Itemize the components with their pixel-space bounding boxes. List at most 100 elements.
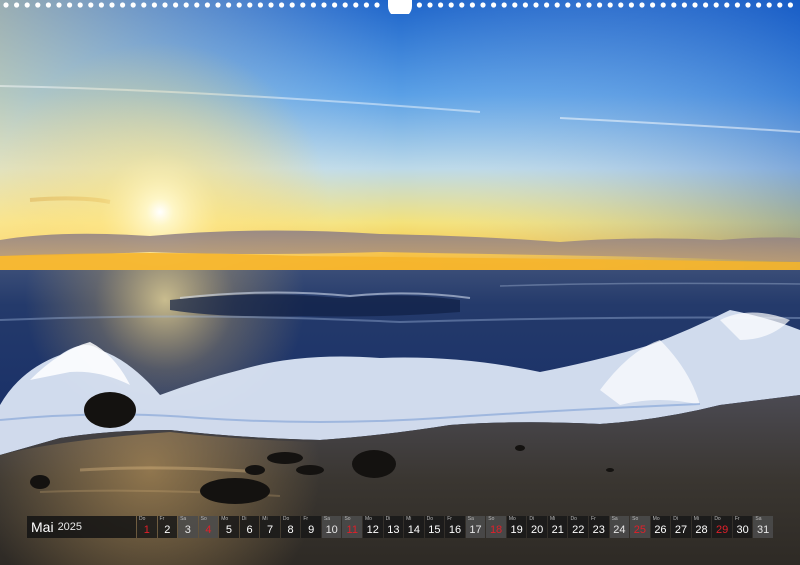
- weekday-label: Do: [714, 516, 721, 522]
- binding-hole: [363, 2, 369, 8]
- binding-hole: [353, 2, 359, 8]
- day-cell: So 11: [342, 516, 363, 538]
- day-number: 1: [143, 524, 150, 536]
- binding-hole: [681, 2, 688, 8]
- calendar-strip: Mai 2025 Do 1 Fr 2 Sa 3 So 4 Mo 5 Di 6 Mi 7 Do 8 Fr 9 Sa 10…: [27, 516, 773, 538]
- day-number: 20: [531, 524, 544, 536]
- binding-hole: [321, 2, 327, 8]
- day-number: 18: [489, 524, 503, 536]
- binding-hole: [766, 2, 772, 8]
- weekday-label: Do: [570, 516, 577, 522]
- weekday-label: Mo: [365, 516, 372, 522]
- binding-hole: [713, 2, 719, 8]
- binding-hole: [257, 2, 263, 8]
- day-number: 28: [695, 524, 708, 536]
- binding-hole: [756, 2, 762, 8]
- day-number: 9: [308, 524, 315, 536]
- hanger-hook: [388, 0, 412, 14]
- day-cell: Mo 5: [219, 516, 239, 538]
- day-cell: Sa 17: [465, 516, 486, 538]
- month-name: Mai: [31, 519, 54, 535]
- binding-hole: [130, 2, 136, 8]
- binding-hole: [194, 2, 200, 8]
- day-cell: Sa 10: [321, 516, 342, 538]
- day-cell: So 18: [486, 516, 506, 538]
- weekday-label: So: [344, 516, 351, 522]
- weekday-label: Mo: [221, 516, 229, 522]
- weekday-label: Do: [426, 516, 434, 522]
- weekday-label: Mi: [693, 516, 700, 522]
- binding-hole: [173, 2, 179, 8]
- day-cell: Di 27: [671, 516, 691, 538]
- day-cell: Mo 19: [506, 516, 527, 538]
- binding-hole: [660, 2, 666, 8]
- binding-hole: [427, 2, 433, 8]
- binding-hole: [247, 2, 253, 8]
- day-cell: Mi 21: [547, 516, 568, 538]
- weekday-label: Di: [673, 516, 678, 522]
- binding-hole: [279, 2, 285, 8]
- weekday-label: So: [488, 516, 495, 522]
- day-number: 24: [613, 524, 626, 536]
- beach-sunset-photo: [0, 0, 800, 565]
- binding-hole: [586, 2, 592, 8]
- binding-hole: [628, 2, 635, 8]
- binding-hole: [56, 2, 62, 8]
- day-number: 27: [674, 524, 688, 536]
- binding-hole: [226, 2, 232, 8]
- month-label: Mai 2025: [27, 516, 136, 538]
- weekday-label: Mo: [652, 516, 660, 522]
- day-number: 10: [325, 524, 338, 536]
- weekday-label: Do: [282, 516, 290, 522]
- day-cell: Mi 7: [260, 516, 280, 538]
- binding-hole: [236, 2, 242, 8]
- binding-hole: [24, 2, 30, 8]
- day-cell: So 4: [198, 516, 219, 538]
- binding-hole: [88, 2, 94, 8]
- day-number: 7: [266, 524, 274, 536]
- day-cell: Mi 14: [404, 516, 424, 538]
- day-cells: Do 1 Fr 2 Sa 3 So 4 Mo 5 Di 6 Mi 7 Do 8 Fr 9 Sa 10 So 11 Mo 12 D…: [137, 516, 773, 538]
- day-cell: Mi 28: [691, 516, 712, 538]
- binding-hole: [183, 2, 189, 8]
- binding-hole: [98, 2, 104, 8]
- day-number: 12: [366, 524, 379, 536]
- wire-binding: [3, 0, 794, 14]
- day-number: 6: [246, 524, 253, 536]
- day-cell: Fr 30: [732, 516, 753, 538]
- binding-hole: [151, 2, 157, 8]
- weekday-label: Sa: [467, 516, 474, 522]
- day-number: 26: [654, 524, 667, 536]
- day-number: 31: [757, 524, 770, 536]
- binding-hole: [512, 2, 518, 8]
- binding-hole: [480, 2, 486, 8]
- binding-hole: [162, 2, 168, 8]
- binding-hole: [734, 2, 741, 8]
- weekday-label: Sa: [323, 516, 331, 522]
- binding-hole: [268, 2, 274, 8]
- weekday-label: Sa: [611, 516, 618, 522]
- binding-hole: [491, 2, 497, 8]
- binding-hole: [618, 2, 624, 8]
- day-cell: Sa 24: [609, 516, 630, 538]
- day-number: 29: [715, 524, 729, 536]
- day-number: 23: [592, 524, 605, 536]
- binding-hole: [3, 2, 9, 8]
- day-cell: Di 13: [383, 516, 404, 538]
- weekday-label: Fr: [447, 516, 452, 522]
- weekday-label: Mi: [549, 516, 556, 522]
- binding-hole: [459, 2, 465, 8]
- day-cell: Do 15: [424, 516, 445, 538]
- day-cell: Di 6: [239, 516, 260, 538]
- binding-hole: [332, 2, 338, 8]
- weekday-label: Di: [529, 516, 535, 522]
- binding-hole: [544, 2, 550, 8]
- binding-hole: [607, 2, 613, 8]
- day-number: 2: [164, 524, 171, 536]
- binding-hole: [416, 2, 422, 8]
- day-cell: Mo 12: [363, 516, 383, 538]
- binding-hole: [14, 2, 20, 8]
- day-cell: Do 22: [568, 516, 589, 538]
- day-number: 13: [387, 524, 400, 536]
- day-number: 19: [510, 524, 523, 536]
